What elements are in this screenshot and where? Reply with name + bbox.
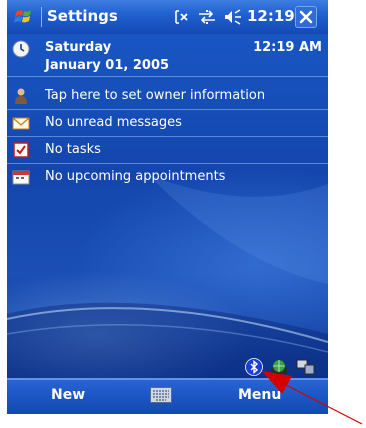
sync-arrows-icon[interactable] xyxy=(197,8,217,26)
today-item-tasks[interactable]: No tasks xyxy=(7,137,328,163)
menu-bar: New Menu xyxy=(7,378,328,414)
date-full: January 01, 2005 xyxy=(45,58,170,73)
window-title: Settings xyxy=(47,7,118,25)
menu-softkey[interactable]: Menu xyxy=(238,387,281,403)
keyboard-icon[interactable] xyxy=(150,387,172,403)
close-button[interactable] xyxy=(295,6,317,28)
today-item-owner[interactable]: Tap here to set owner information xyxy=(7,83,328,109)
pocketpc-screen: Settings 12:19 Saturday January 01, 2005… xyxy=(7,0,328,414)
envelope-icon xyxy=(12,117,30,130)
title-separator xyxy=(41,7,42,27)
bluetooth-icon[interactable] xyxy=(245,358,263,376)
start-flag-icon[interactable] xyxy=(11,4,37,30)
title-bar: Settings 12:19 xyxy=(7,0,328,34)
tasks-label: No tasks xyxy=(45,142,101,157)
date-day: Saturday xyxy=(45,40,112,55)
date-time: 12:19 AM xyxy=(253,40,322,55)
close-icon xyxy=(299,10,313,24)
today-item-messages[interactable]: No unread messages xyxy=(7,110,328,136)
today-screen: Saturday January 01, 2005 12:19 AM Tap h… xyxy=(7,34,328,378)
calendar-icon xyxy=(12,170,30,185)
today-item-appointments[interactable]: No upcoming appointments xyxy=(7,164,328,190)
appointments-label: No upcoming appointments xyxy=(45,169,226,184)
new-softkey[interactable]: New xyxy=(51,387,85,403)
clock-icon xyxy=(12,40,30,58)
devices-icon[interactable] xyxy=(295,358,317,376)
volume-icon[interactable] xyxy=(223,8,243,26)
title-clock[interactable]: 12:19 xyxy=(247,7,295,25)
date-row[interactable]: Saturday January 01, 2005 12:19 AM xyxy=(7,34,328,76)
tasks-checkbox-icon xyxy=(13,142,29,158)
owner-icon xyxy=(15,88,27,104)
network-globe-icon[interactable] xyxy=(269,358,289,376)
messages-label: No unread messages xyxy=(45,115,182,130)
divider xyxy=(7,76,328,77)
owner-label: Tap here to set owner information xyxy=(45,88,266,103)
connectivity-off-icon[interactable] xyxy=(173,8,191,26)
